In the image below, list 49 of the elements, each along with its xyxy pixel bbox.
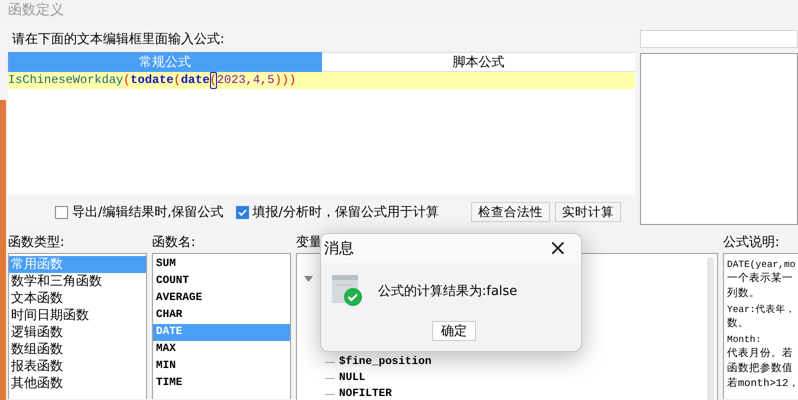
description-line: 一个表示某一 <box>727 272 793 287</box>
tree-item[interactable]: NOFILTER <box>339 386 392 400</box>
list-item[interactable]: 报表函数 <box>9 358 146 375</box>
description-line: Year:代表年， <box>727 303 796 317</box>
text-area[interactable] <box>640 53 798 225</box>
action-button[interactable]: 实时计算 <box>554 202 621 222</box>
close-button[interactable]: × <box>544 238 571 260</box>
prompt-label: 请在下面的文本编辑框里面输入公式: <box>11 31 226 49</box>
formula-editor[interactable]: IsChineseWorkday(todate(date(2023,4,5))) <box>8 72 635 195</box>
list-item[interactable]: TIME <box>153 375 290 392</box>
expand-icon[interactable] <box>304 276 313 282</box>
description-line: 函数把参数值 <box>727 362 793 377</box>
checkbox-label: 导出/编辑结果时,保留公式 <box>72 204 224 221</box>
column-label: 函数类型: <box>8 234 64 252</box>
list-item[interactable]: MIN <box>153 358 290 375</box>
list-item[interactable]: CHAR <box>153 307 290 324</box>
tree-item[interactable]: $fine_position <box>339 354 432 370</box>
description-line: 代表月份。若 <box>727 347 793 362</box>
tree-item[interactable]: NULL <box>339 370 366 386</box>
dialog-title: 消息 <box>324 239 354 258</box>
list-item[interactable]: AVERAGE <box>153 290 290 307</box>
checkbox[interactable] <box>55 206 68 218</box>
description-line: 数。 <box>727 317 749 332</box>
scrollbar[interactable] <box>707 257 714 400</box>
ok-button[interactable]: 确定 <box>432 321 476 341</box>
list-item[interactable]: 数组函数 <box>9 341 146 358</box>
checkbox[interactable] <box>236 206 249 218</box>
calendar-check-icon <box>332 275 363 307</box>
description-line: 若month>12， <box>727 377 798 392</box>
input-field[interactable] <box>640 30 798 48</box>
result-message: 公式的计算结果为:false <box>378 283 518 300</box>
list-item[interactable]: 其他函数 <box>9 375 146 392</box>
list-item[interactable]: 文本函数 <box>9 290 146 307</box>
description-line: Month: <box>727 333 762 347</box>
list-item[interactable]: SUM <box>153 256 290 273</box>
column-label: 变量 <box>296 234 322 252</box>
description-line: DATE(year,mo <box>727 258 796 272</box>
list-item[interactable]: MAX <box>153 341 290 358</box>
formula-text: IsChineseWorkday(todate(date(2023,4,5))) <box>8 72 635 89</box>
checkbox-label: 填报/分析时，保留公式用于计算 <box>252 204 439 221</box>
action-button[interactable]: 检查合法性 <box>470 202 550 222</box>
column-label: 公式说明: <box>723 234 780 252</box>
list-item[interactable]: COUNT <box>153 273 290 290</box>
list-item[interactable]: 时间日期函数 <box>9 307 146 324</box>
column-label: 函数名: <box>152 234 196 252</box>
tab[interactable]: 脚本公式 <box>322 52 635 72</box>
description-line: 列数。 <box>727 287 760 302</box>
list-item[interactable]: 逻辑函数 <box>9 324 146 341</box>
list-item[interactable]: 数学和三角函数 <box>9 273 146 290</box>
